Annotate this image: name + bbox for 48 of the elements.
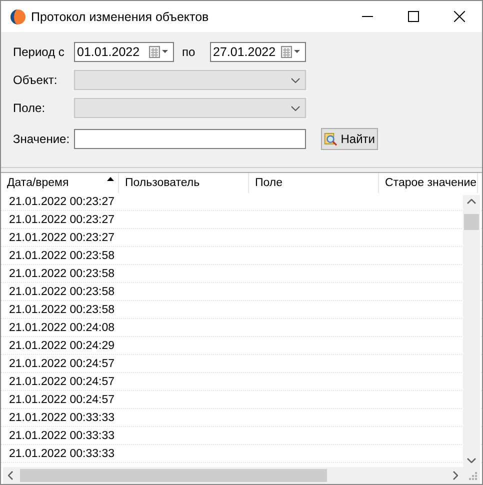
table-cell-text: 21.01.2022 00:23:27	[8, 195, 116, 210]
table-cell-text: 21.01.2022 00:24:08	[8, 321, 116, 336]
table-cell-text: 21.01.2022 00:33:33	[8, 447, 116, 462]
table-cell-text: 21.01.2022 00:23:27	[8, 231, 116, 246]
table-cell-text: 21.01.2022 00:33:33	[8, 429, 116, 444]
calendar-icon	[281, 46, 301, 58]
field-label: Объект:	[13, 73, 58, 87]
column-header[interactable]: Пользователь	[119, 173, 249, 193]
scrollbar-thumb[interactable]	[464, 214, 479, 230]
magnifier-icon	[324, 130, 338, 148]
column-header[interactable]: Поле	[249, 173, 379, 193]
maximize-icon	[408, 11, 418, 22]
resize-grip-icon[interactable]	[469, 472, 478, 481]
chevron-down-icon	[467, 458, 476, 463]
scrollbar-thumb[interactable]	[20, 469, 327, 482]
window-title: Протокол изменения объектов	[31, 10, 210, 24]
table-cell-text: 21.01.2022 00:23:27	[8, 213, 116, 228]
table-cell-text: 21.01.2022 00:24:57	[8, 393, 116, 408]
search-button[interactable]: Найти	[321, 128, 378, 150]
chevron-left-icon	[8, 471, 13, 480]
value-input-field[interactable]	[74, 129, 306, 149]
chevron-up-icon	[467, 199, 476, 204]
table-cell-text: 21.01.2022 00:23:58	[8, 267, 116, 282]
calendar-icon	[149, 46, 169, 58]
close-icon	[454, 11, 464, 22]
table-cell-text: 21.01.2022 00:23:58	[8, 249, 116, 264]
minimize-icon	[362, 16, 372, 17]
horizontal-scrollbar[interactable]	[3, 467, 480, 484]
table-cell-text: 21.01.2022 00:23:58	[8, 285, 116, 300]
field-label: Поле:	[13, 101, 46, 115]
chevron-down-icon	[291, 106, 300, 110]
period-label: Период с	[13, 45, 66, 59]
chevron-down-icon	[291, 78, 300, 82]
table-cell-text: 21.01.2022 00:23:58	[8, 303, 116, 318]
table-cell-text: 21.01.2022 00:24:57	[8, 375, 116, 390]
to-label: по	[181, 45, 196, 59]
sort-ascending-icon	[107, 177, 114, 181]
field-label: Значение:	[13, 132, 71, 146]
table-cell-text: 21.01.2022 00:33:33	[8, 411, 116, 426]
column-header[interactable]: Старое значение	[379, 173, 478, 193]
app-logo-icon	[10, 8, 26, 24]
chevron-right-icon	[453, 471, 458, 480]
table-cell-text: 21.01.2022 00:24:29	[8, 339, 116, 354]
date-from-field[interactable]: 01.01.2022	[74, 42, 174, 62]
date-to-field[interactable]: 27.01.2022	[210, 42, 306, 62]
vertical-scrollbar[interactable]	[463, 195, 480, 467]
table-cell-text: 21.01.2022 00:24:57	[8, 357, 116, 372]
column-header[interactable]: Дата/время	[1, 173, 119, 193]
